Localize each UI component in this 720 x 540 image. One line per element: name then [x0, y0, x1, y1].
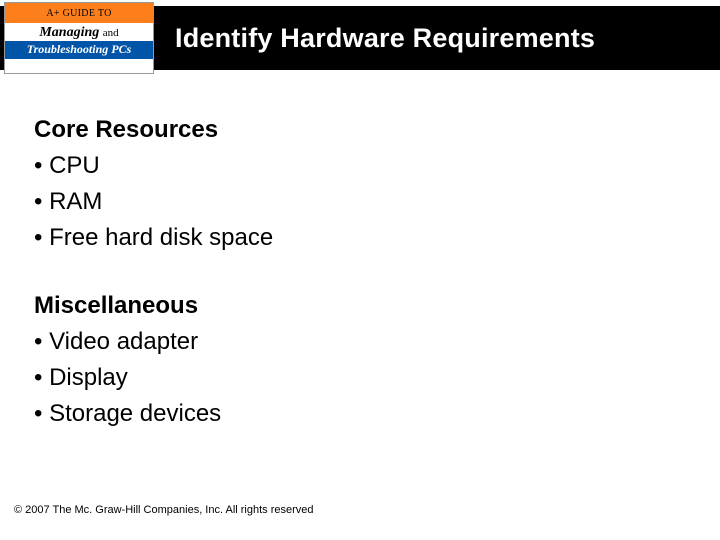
bullet-item: • RAM: [34, 184, 674, 220]
section-heading-core: Core Resources: [34, 112, 674, 148]
bullet-item: • Display: [34, 360, 674, 396]
bullet-item: • CPU: [34, 148, 674, 184]
logo-top-line: A+ GUIDE TO: [5, 3, 153, 23]
bullet-text: Display: [49, 364, 128, 391]
section-heading-misc: Miscellaneous: [34, 288, 674, 324]
bullet-text: Video adapter: [49, 328, 198, 355]
bullet-item: • Free hard disk space: [34, 220, 674, 256]
bullet-text: RAM: [49, 188, 102, 215]
slide-title: Identify Hardware Requirements: [175, 23, 595, 54]
bullet-item: • Video adapter: [34, 324, 674, 360]
logo-bot-line: Troubleshooting PCs: [5, 41, 153, 59]
logo-mid: Managing and: [5, 23, 153, 41]
bullet-text: Free hard disk space: [49, 224, 273, 251]
logo-and: and: [103, 27, 119, 39]
book-logo: A+ GUIDE TO Managing and Troubleshooting…: [4, 2, 154, 74]
copyright-footer: © 2007 The Mc. Graw-Hill Companies, Inc.…: [14, 504, 314, 516]
slide-content: Core Resources • CPU • RAM • Free hard d…: [34, 112, 674, 432]
bullet-item: • Storage devices: [34, 396, 674, 432]
bullet-text: Storage devices: [49, 400, 221, 427]
bullet-text: CPU: [49, 152, 100, 179]
logo-mid-line1: Managing: [39, 25, 99, 40]
